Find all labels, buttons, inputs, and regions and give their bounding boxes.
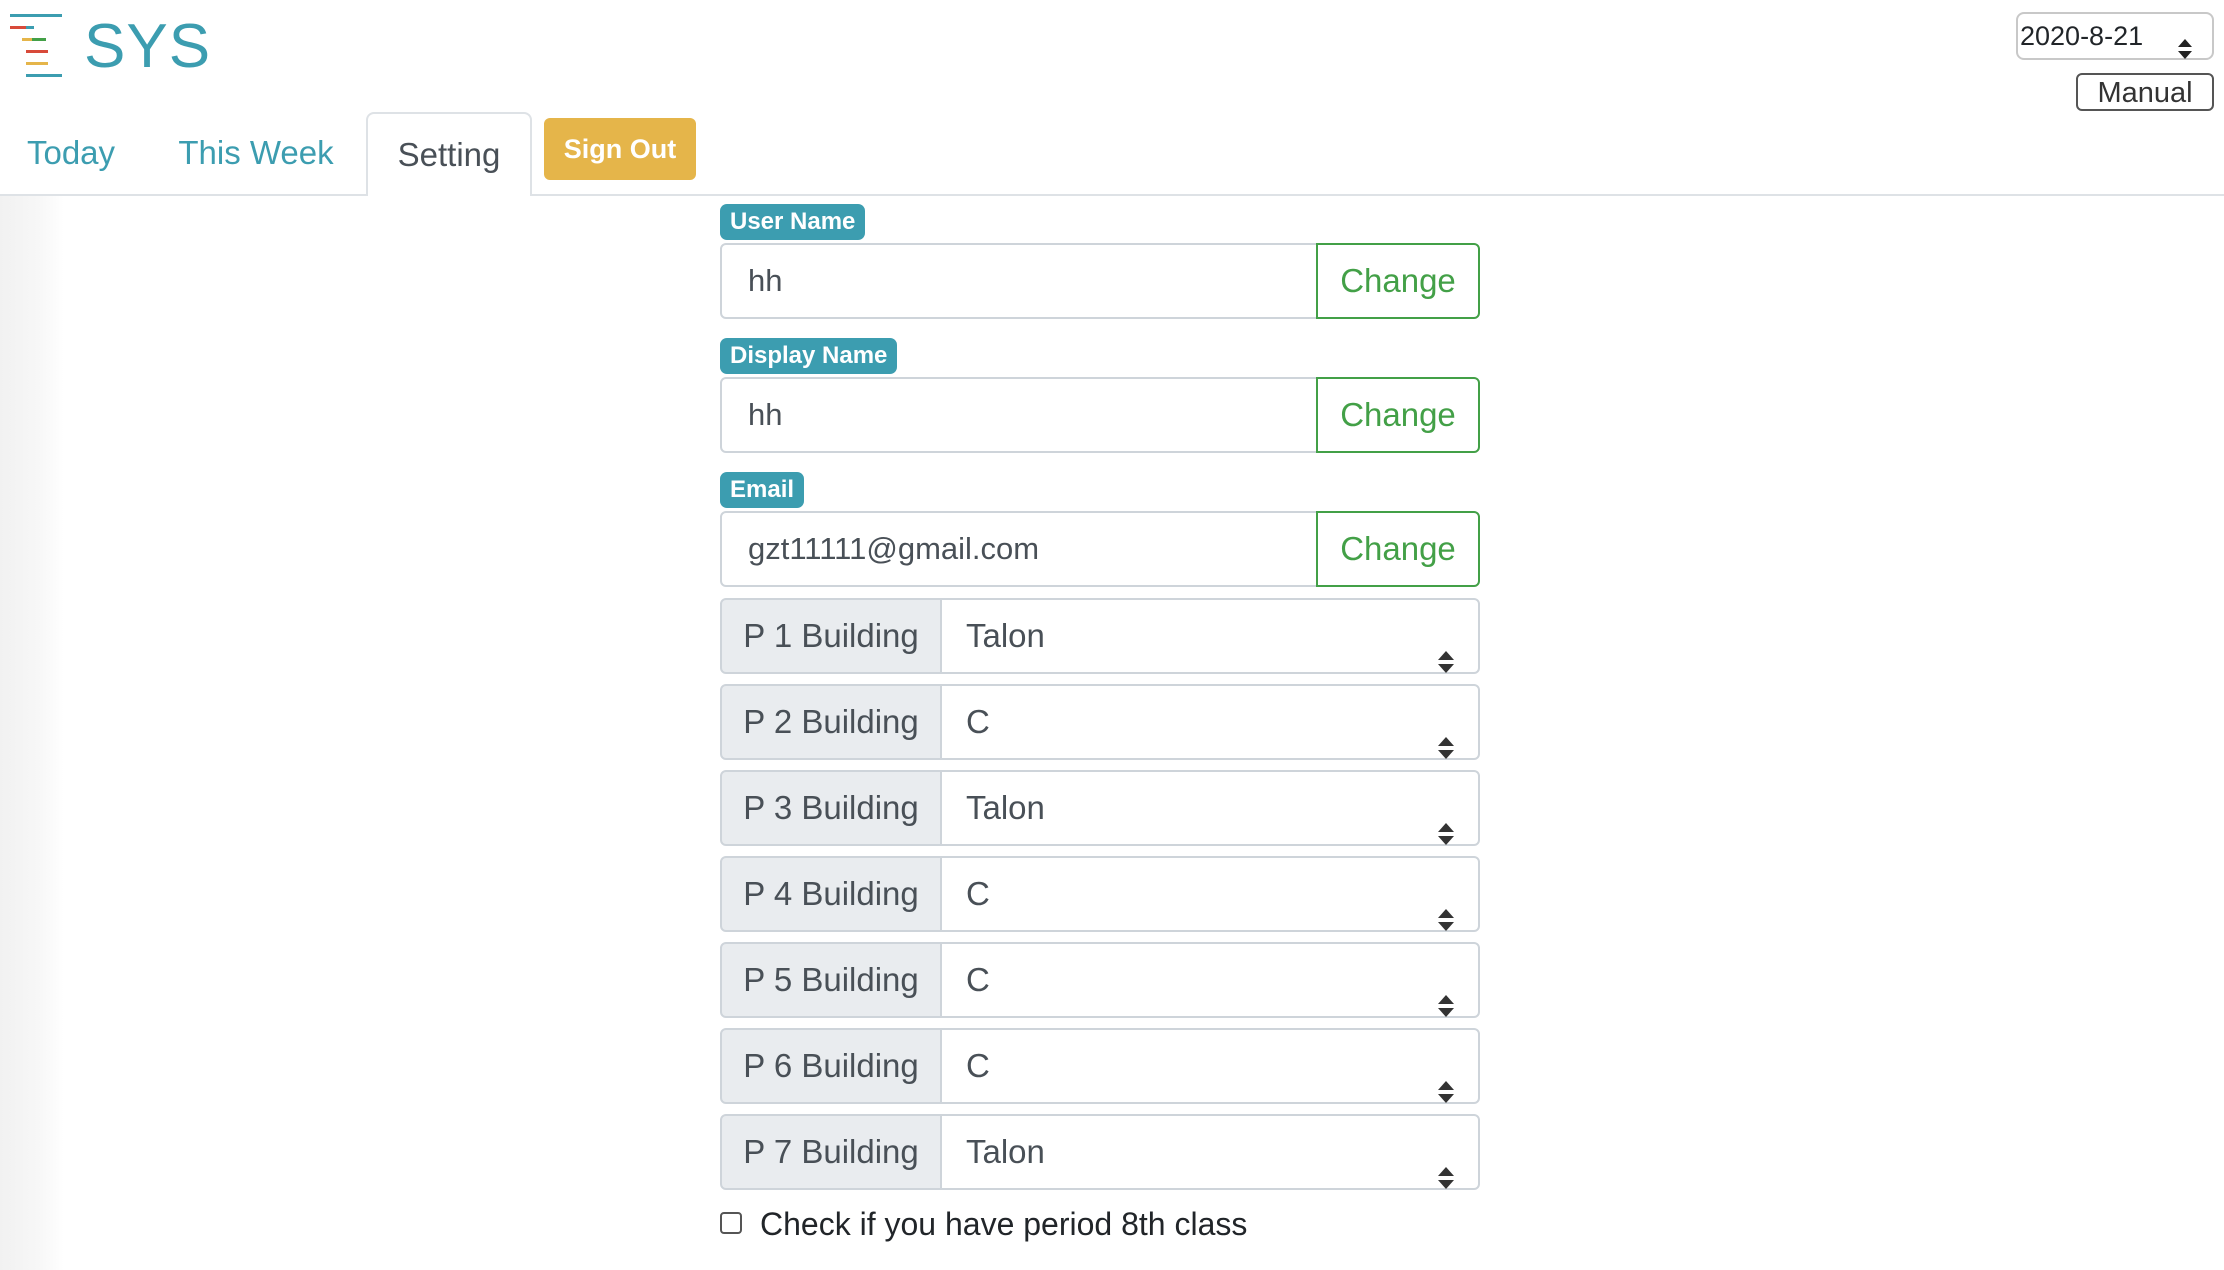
building-select-value: Talon (966, 617, 1045, 654)
period8-label[interactable]: Check if you have period 8th class (760, 1204, 1247, 1244)
building-row-p3: P 3 Building Talon (720, 770, 1480, 846)
building-label: P 7 Building (720, 1114, 942, 1190)
building-label: P 2 Building (720, 684, 942, 760)
building-label: P 3 Building (720, 770, 942, 846)
building-select-p3[interactable]: Talon (940, 770, 1480, 846)
sign-out-button[interactable]: Sign Out (544, 118, 696, 180)
building-label: P 6 Building (720, 1028, 942, 1104)
building-row-p1: P 1 Building Talon (720, 598, 1480, 674)
building-label: P 1 Building (720, 598, 942, 674)
building-select-value: C (966, 875, 990, 912)
manual-button[interactable]: Manual (2076, 73, 2214, 111)
building-row-p4: P 4 Building C (720, 856, 1480, 932)
building-select-p1[interactable]: Talon (940, 598, 1480, 674)
tabs-divider (0, 194, 2224, 196)
building-select-value: Talon (966, 1133, 1045, 1170)
sort-arrows-icon (2178, 28, 2192, 72)
email-badge: Email (720, 472, 805, 508)
building-row-p5: P 5 Building C (720, 942, 1480, 1018)
tab-today[interactable]: Today (0, 112, 142, 194)
tab-setting[interactable]: Setting (366, 112, 532, 196)
tab-this-week[interactable]: This Week (160, 112, 352, 194)
email-input[interactable]: gzt11111@gmail.com (720, 511, 1318, 587)
change-email-button[interactable]: Change (1316, 511, 1480, 587)
menu-lines-icon[interactable] (8, 12, 64, 78)
change-user-name-button[interactable]: Change (1316, 243, 1480, 319)
user-name-badge: User Name (720, 204, 866, 240)
left-shade (0, 196, 64, 1270)
building-select-value: C (966, 1047, 990, 1084)
sort-arrows-icon (1438, 1142, 1454, 1214)
building-select-p4[interactable]: C (940, 856, 1480, 932)
building-select-p5[interactable]: C (940, 942, 1480, 1018)
building-row-p7: P 7 Building Talon (720, 1114, 1480, 1190)
period8-checkbox[interactable] (720, 1212, 742, 1234)
building-select-value: C (966, 961, 990, 998)
building-label: P 5 Building (720, 942, 942, 1018)
building-row-p2: P 2 Building C (720, 684, 1480, 760)
display-name-badge: Display Name (720, 338, 898, 374)
change-display-name-button[interactable]: Change (1316, 377, 1480, 453)
date-select[interactable]: 2020-8-21 (2016, 12, 2214, 60)
building-select-p2[interactable]: C (940, 684, 1480, 760)
building-row-p6: P 6 Building C (720, 1028, 1480, 1104)
building-label: P 4 Building (720, 856, 942, 932)
building-select-value: Talon (966, 789, 1045, 826)
building-select-value: C (966, 703, 990, 740)
display-name-input[interactable]: hh (720, 377, 1318, 453)
date-select-value: 2020-8-21 (2020, 21, 2144, 51)
building-select-p6[interactable]: C (940, 1028, 1480, 1104)
brand-title[interactable]: SYS (84, 8, 211, 86)
user-name-input[interactable]: hh (720, 243, 1318, 319)
building-select-p7[interactable]: Talon (940, 1114, 1480, 1190)
